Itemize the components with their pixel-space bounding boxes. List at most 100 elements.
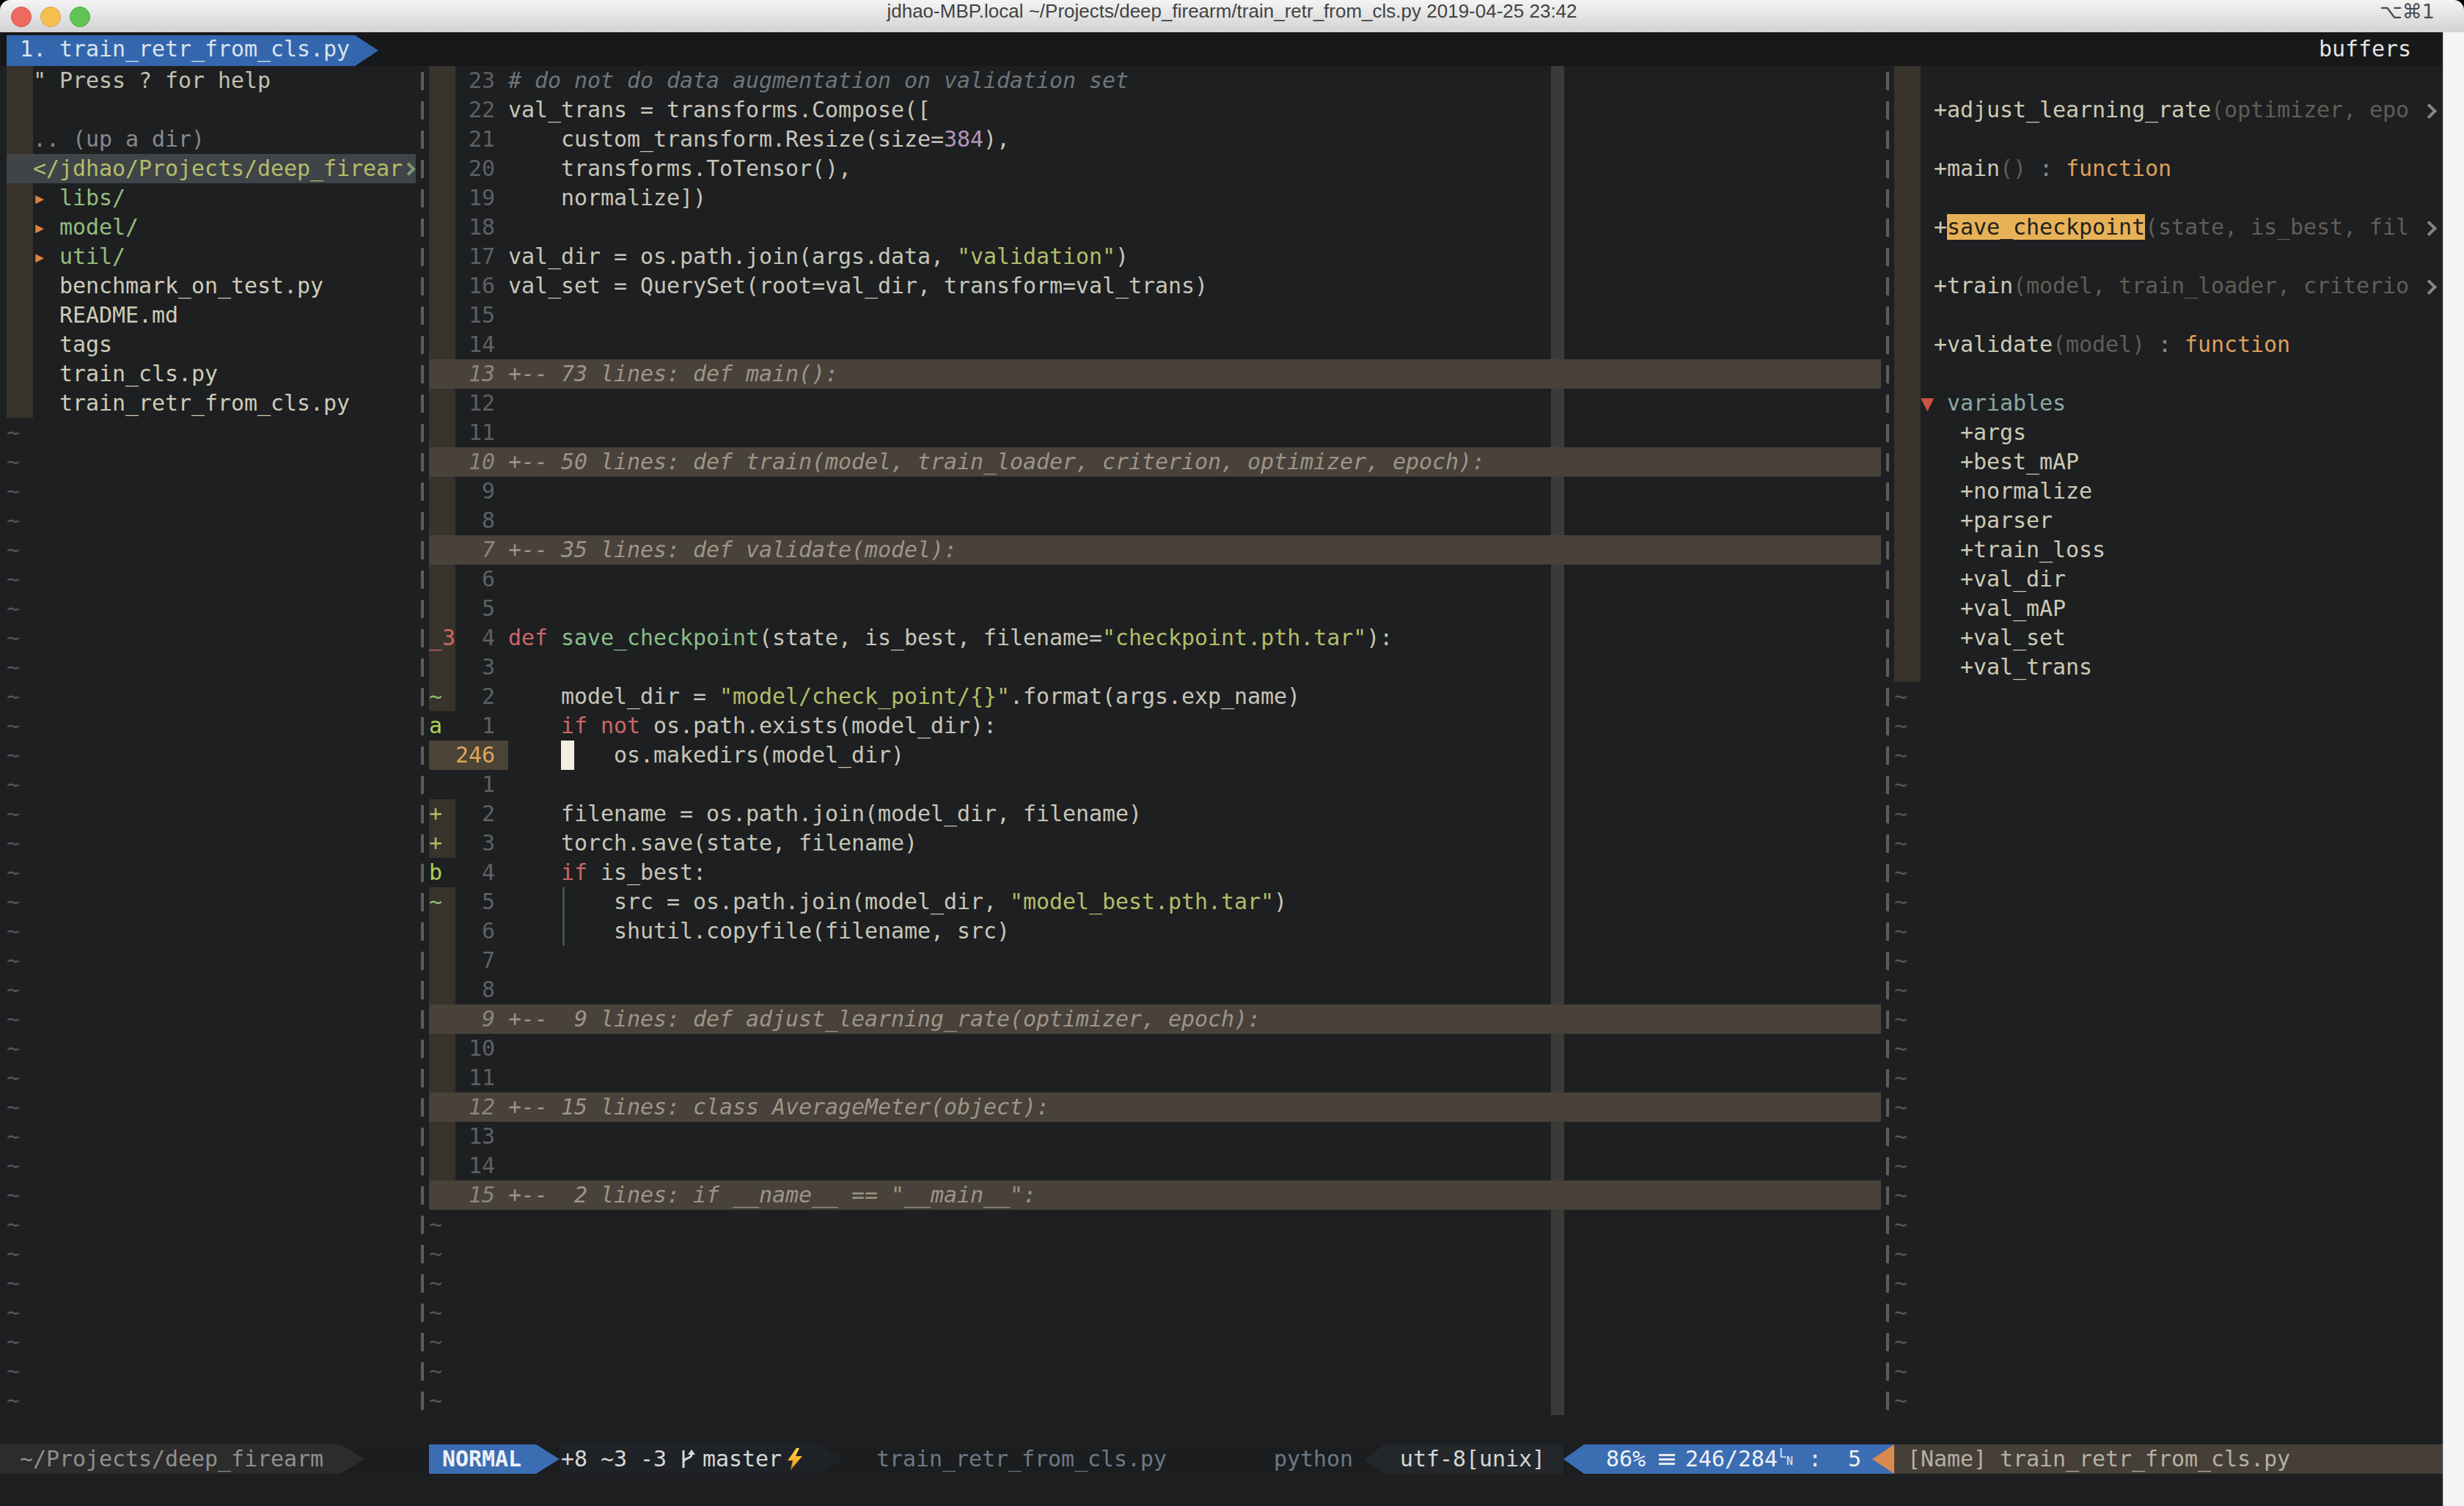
window-separator [1886, 66, 1889, 1415]
sign-column-cell [429, 95, 455, 125]
line-number: 17 [455, 242, 495, 271]
sign-column-cell [429, 477, 455, 506]
code-token: (state, is_best, filename= [759, 625, 1102, 650]
tagbar-line[interactable]: +val_mAP [1921, 594, 2066, 623]
tilde-marker: ~ [7, 1180, 20, 1210]
tagbar-line[interactable]: +normalize [1921, 477, 2092, 506]
nerdtree-item-benchmark_on_testpy[interactable]: benchmark_on_test.py [59, 271, 323, 301]
tilde-marker: ~ [1894, 1063, 1907, 1092]
terminal-scrollbar[interactable] [2443, 32, 2464, 1506]
tagbar-line[interactable]: +val_dir [1921, 565, 2066, 594]
line-number: 15 [455, 301, 495, 330]
code-line: normalize]) [508, 183, 706, 213]
nerdtree-item-tags[interactable]: tags [59, 330, 112, 359]
line-number: 9 [455, 477, 495, 506]
sign-column-cell [429, 213, 455, 242]
tilde-marker: ~ [7, 917, 20, 946]
tilde-marker: ~ [1894, 887, 1907, 917]
powerline-arrow-left-icon [1364, 1444, 1385, 1474]
tagbar-token: +val_dir [1921, 566, 2066, 592]
buffer-tab-label[interactable]: 1. train_retr_from_cls.py [20, 34, 350, 64]
tilde-marker: ~ [7, 653, 20, 682]
tagbar-line[interactable]: +validate(model) : function [1921, 330, 2290, 359]
folder-arrow-icon[interactable]: ▸ [33, 183, 46, 213]
sign-column-cell [429, 1122, 455, 1151]
tagbar-line[interactable]: +best_mAP [1921, 447, 2079, 477]
code-token: val_dir = os.path.join(args.data, [508, 243, 957, 269]
tagbar-token: function [2185, 331, 2290, 357]
tagbar-line[interactable]: +train(model, train_loader, criterio [1921, 271, 2409, 301]
tagbar-token: : [2026, 155, 2066, 181]
tagbar-line[interactable]: +val_trans [1921, 653, 2092, 682]
line-number: 5 [455, 594, 495, 623]
sign-column-cell [429, 389, 455, 418]
tilde-marker: ~ [1894, 1356, 1907, 1386]
code-token: .format(args.exp_name) [1010, 683, 1300, 709]
tilde-marker: ~ [7, 1092, 20, 1122]
nerdtree-item-train_retr_from_clspy[interactable]: train_retr_from_cls.py [59, 389, 350, 418]
code-token: # do not do data augmentation on validat… [508, 67, 1129, 93]
tilde-marker: ~ [429, 1268, 442, 1298]
line-number: 14 [455, 330, 495, 359]
nerdtree-item-READMEmd[interactable]: README.md [59, 301, 178, 330]
tagbar-token: +validate [1921, 331, 2053, 357]
sign-column-cell [429, 975, 455, 1004]
statusline-tagbar-name: [Name] train_retr_from_cls.py [1907, 1444, 2290, 1474]
tilde-marker: ~ [1894, 975, 1907, 1004]
sign-column-cell [429, 1063, 455, 1092]
powerline-arrow-icon [536, 1444, 560, 1474]
folder-arrow-icon[interactable]: ▸ [33, 213, 46, 242]
line-number: 5 [455, 887, 495, 917]
tilde-marker: ~ [1894, 1004, 1907, 1034]
gutter-sign: a [429, 711, 442, 741]
tagbar-line[interactable]: +val_set [1921, 623, 2066, 653]
tagbar-truncate-icon [2421, 221, 2437, 236]
line-number: 16 [455, 271, 495, 301]
tagbar-line[interactable]: +save_checkpoint(state, is_best, fil [1921, 213, 2409, 242]
tagbar-token: +parser [1921, 507, 2053, 533]
code-line: src = os.path.join(model_dir, "model_bes… [508, 887, 1287, 917]
sign-column-cell [429, 330, 455, 359]
tilde-marker: ~ [1894, 1268, 1907, 1298]
tagbar-line[interactable]: +parser [1921, 506, 2053, 535]
tilde-marker: ~ [1894, 1298, 1907, 1327]
line-number: 10 [455, 447, 495, 477]
code-token: model_dir = [508, 683, 719, 709]
tilde-marker: ~ [1894, 917, 1907, 946]
nerdtree-item-libs[interactable]: libs/ [59, 183, 125, 213]
tagbar-truncate-icon [2421, 279, 2437, 295]
nerdtree-root-path[interactable]: </jdhao/Projects/deep_firear [33, 154, 403, 183]
tagbar-token: +val_trans [1921, 654, 2092, 680]
nerdtree-up-dir[interactable]: .. (up a dir) [33, 125, 205, 154]
nerdtree-item-model[interactable]: model/ [59, 213, 139, 242]
buffers-label: buffers [2319, 34, 2411, 64]
tagbar-line[interactable]: +adjust_learning_rate(optimizer, epo [1921, 95, 2409, 125]
tilde-marker: ~ [1894, 1386, 1907, 1415]
code-token: if [561, 859, 587, 885]
tilde-marker: ~ [1894, 1180, 1907, 1210]
powerline-arrow-left-icon [1563, 1444, 1584, 1474]
code-line: def save_checkpoint(state, is_best, file… [508, 623, 1393, 653]
folder-arrow-icon[interactable]: ▸ [33, 242, 46, 271]
buffer-tab-arrow-icon [355, 35, 378, 66]
tagbar-line[interactable]: +main() : function [1921, 154, 2171, 183]
tilde-marker: ~ [7, 1268, 20, 1298]
gutter-sign: + [429, 829, 442, 858]
tagbar-line[interactable]: +train_loss [1921, 535, 2105, 565]
tagbar-collapse-icon[interactable]: ▼ [1921, 389, 1934, 418]
tilde-marker: ~ [429, 1386, 442, 1415]
dirty-flag-bolt-icon [783, 1447, 807, 1471]
code-token: save_checkpoint [561, 625, 759, 650]
tilde-marker: ~ [1894, 799, 1907, 829]
tagbar-line[interactable]: +args [1921, 418, 2026, 447]
nerdtree-item-train_clspy[interactable]: train_cls.py [59, 359, 218, 389]
nerdtree-item-util[interactable]: util/ [59, 242, 125, 271]
sign-column-cell [429, 1034, 455, 1063]
tagbar-section-variables[interactable]: variables [1947, 389, 2066, 418]
code-token: custom_transform.Resize(size= [508, 126, 944, 152]
line-number: 2 [455, 682, 495, 711]
sign-column-cell [429, 301, 455, 330]
fold-text: +-- 35 lines: def validate(model): [508, 535, 957, 565]
ln-symbol-N: N [1786, 1455, 1793, 1468]
line-number: 4 [455, 858, 495, 887]
